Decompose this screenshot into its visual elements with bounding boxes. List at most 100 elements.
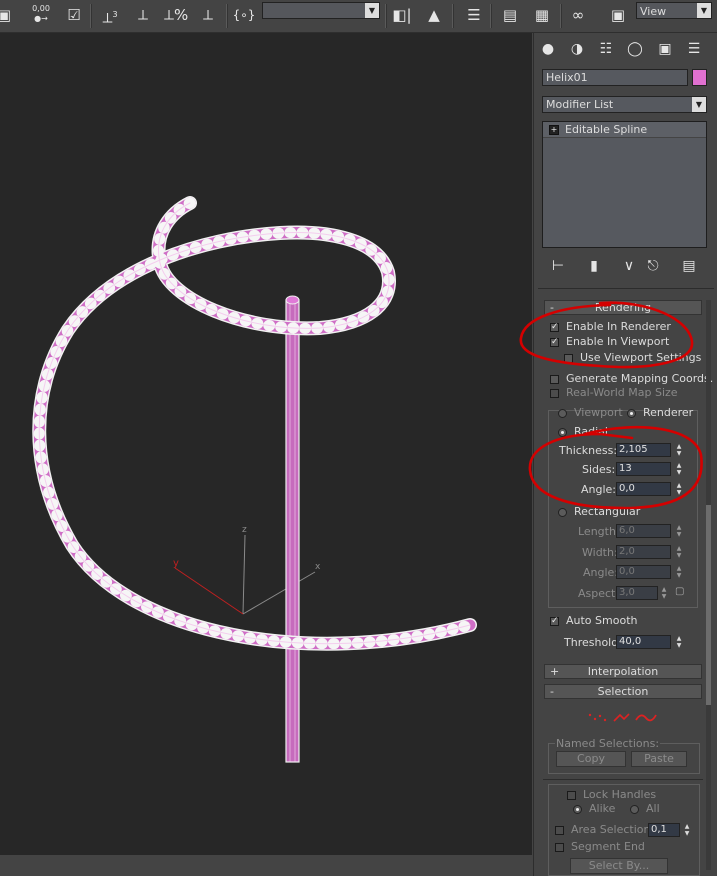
remove-modifier-icon[interactable]: ⎋ (642, 256, 664, 276)
modify-tab-icon[interactable]: ◑ (566, 39, 588, 59)
angle2-spinner[interactable]: 0,0 (616, 565, 671, 579)
view-dropdown[interactable]: View ▼ (636, 2, 712, 19)
angle-spinner[interactable]: 0,0 (616, 482, 671, 496)
named-selection-icon[interactable]: {∘} (232, 4, 256, 26)
helix-pole[interactable] (285, 295, 300, 763)
interpolation-rollout-header[interactable]: + Interpolation (544, 664, 702, 679)
sides-label: Sides: (582, 463, 616, 476)
toolbar-separator (226, 4, 228, 28)
enable-in-viewport-label: Enable In Viewport (566, 335, 670, 348)
mirror-icon[interactable]: ◧| (390, 4, 414, 26)
schematic-view-icon[interactable]: ▦ (530, 4, 554, 26)
all-radio[interactable] (630, 805, 639, 814)
width-spinner[interactable]: 2,0 (616, 545, 671, 559)
make-unique-icon[interactable]: ∨ (618, 256, 640, 276)
auto-smooth-label: Auto Smooth (566, 614, 638, 627)
use-viewport-settings-label: Use Viewport Settings (580, 351, 702, 364)
object-color-swatch[interactable] (692, 69, 707, 86)
curve-editor-icon[interactable]: ▤ (498, 4, 522, 26)
render-frame-icon[interactable]: ▣ (606, 4, 630, 26)
vertex-level-icon[interactable] (588, 713, 607, 722)
selection-title: Selection (597, 685, 649, 698)
display-tab-icon[interactable]: ▣ (654, 39, 676, 59)
snap-toggle-button[interactable]: 0,00 ●→ (28, 4, 54, 26)
angle-label: Angle: (581, 483, 617, 496)
snap-superscript: 3 (112, 10, 118, 19)
rendering-rollout-header[interactable]: - Rendering (544, 300, 702, 315)
renderer-radio[interactable] (627, 409, 636, 418)
length-spinner[interactable]: 6,0 (616, 524, 671, 538)
panel-scrollbar-thumb[interactable] (706, 505, 711, 705)
snap-value: 0,00 (32, 4, 50, 13)
radial-radio[interactable] (558, 428, 567, 437)
spinner-arrows-icon[interactable]: ▲ ▼ (674, 635, 684, 649)
enable-in-renderer-label: Enable In Renderer (566, 320, 671, 333)
align-icon[interactable]: ▲ (422, 4, 446, 26)
generate-mapping-checkbox[interactable] (550, 375, 559, 384)
selection-rollout-header[interactable]: - Selection (544, 684, 702, 699)
select-object-icon[interactable]: ▣ (0, 4, 16, 26)
paste-button[interactable]: Paste (631, 751, 687, 767)
aspect-spinner[interactable]: 3,0 (616, 586, 658, 600)
enable-in-viewport-checkbox[interactable]: ✓ (550, 338, 559, 347)
thickness-spinner[interactable]: 2,105 (616, 443, 671, 457)
angle-snap-icon[interactable]: ⟂ (131, 4, 155, 26)
hierarchy-tab-icon[interactable]: ☷ (595, 39, 617, 59)
object-name-field[interactable]: Helix01 (542, 69, 688, 86)
perspective-viewport[interactable]: z x y (0, 33, 532, 855)
collapse-icon: - (550, 301, 554, 314)
copy-button[interactable]: Copy (556, 751, 626, 767)
spinner-arrows-icon[interactable]: ▲ ▼ (682, 823, 692, 837)
spinner-arrows-icon[interactable]: ▲ ▼ (674, 524, 684, 538)
threshold-spinner[interactable]: 40,0 (616, 635, 671, 649)
toolbar-separator (90, 4, 92, 28)
helix-spline[interactable] (32, 196, 477, 651)
area-selection-spinner[interactable]: 0,1 (648, 823, 680, 837)
modifier-list-dropdown[interactable]: Modifier List ▼ (542, 96, 707, 113)
modifier-stack[interactable]: + Editable Spline (542, 121, 707, 248)
use-viewport-settings-checkbox[interactable] (564, 354, 573, 363)
rectangular-radio[interactable] (558, 508, 567, 517)
pin-stack-icon[interactable]: ⊢ (547, 256, 569, 276)
spinner-arrows-icon[interactable]: ▲ ▼ (674, 565, 684, 579)
select-by-button[interactable]: Select By... (570, 858, 668, 874)
segment-end-checkbox[interactable] (555, 843, 564, 852)
show-end-result-icon[interactable]: ▮ (583, 256, 605, 276)
spinner-arrows-icon[interactable]: ▲ ▼ (674, 462, 684, 476)
length-label: Length: (578, 525, 620, 538)
toolbar-separator (452, 4, 454, 28)
auto-smooth-checkbox[interactable]: ✓ (550, 617, 559, 626)
spline-level-icon[interactable] (635, 714, 657, 722)
viewport-radio[interactable] (558, 409, 567, 418)
area-selection-checkbox[interactable] (555, 826, 564, 835)
create-tab-icon[interactable]: ● (537, 39, 559, 59)
enable-in-renderer-checkbox[interactable]: ✓ (550, 323, 559, 332)
toolbar-separator (560, 4, 562, 28)
chevron-down-icon: ▼ (697, 3, 711, 18)
expand-icon: + (550, 665, 560, 678)
spinner-arrows-icon[interactable]: ▲ ▼ (659, 586, 669, 600)
lock-icon[interactable]: ▢ (675, 586, 687, 600)
sides-spinner[interactable]: 13 (616, 462, 671, 476)
lock-handles-checkbox[interactable] (567, 791, 576, 800)
spinner-snap-icon[interactable]: ⟂ (196, 4, 220, 26)
toolbar-separator (385, 4, 387, 28)
percent-snap-icon[interactable]: ⟂% (164, 4, 188, 26)
spinner-arrows-icon[interactable]: ▲ ▼ (674, 545, 684, 559)
utilities-tab-icon[interactable]: ☰ (683, 39, 705, 59)
segment-level-icon[interactable] (613, 713, 630, 722)
expand-icon[interactable]: + (549, 125, 559, 135)
named-selection-dropdown[interactable]: ▼ (262, 2, 380, 19)
rendering-title: Rendering (594, 301, 652, 314)
layer-manager-icon[interactable]: ☰ (462, 4, 486, 26)
real-world-checkbox[interactable] (550, 389, 559, 398)
stack-item[interactable]: + Editable Spline (543, 122, 706, 138)
render-setup-icon[interactable]: ☑ (62, 4, 86, 26)
motion-tab-icon[interactable]: ◯ (624, 39, 646, 59)
snaps-3d-icon[interactable]: ⟂3 (98, 4, 122, 27)
spinner-arrows-icon[interactable]: ▲ ▼ (674, 443, 684, 457)
configure-sets-icon[interactable]: ▤ (678, 256, 700, 276)
spinner-arrows-icon[interactable]: ▲ ▼ (674, 482, 684, 496)
material-editor-icon[interactable]: ∞ (566, 4, 590, 26)
alike-radio[interactable] (573, 805, 582, 814)
